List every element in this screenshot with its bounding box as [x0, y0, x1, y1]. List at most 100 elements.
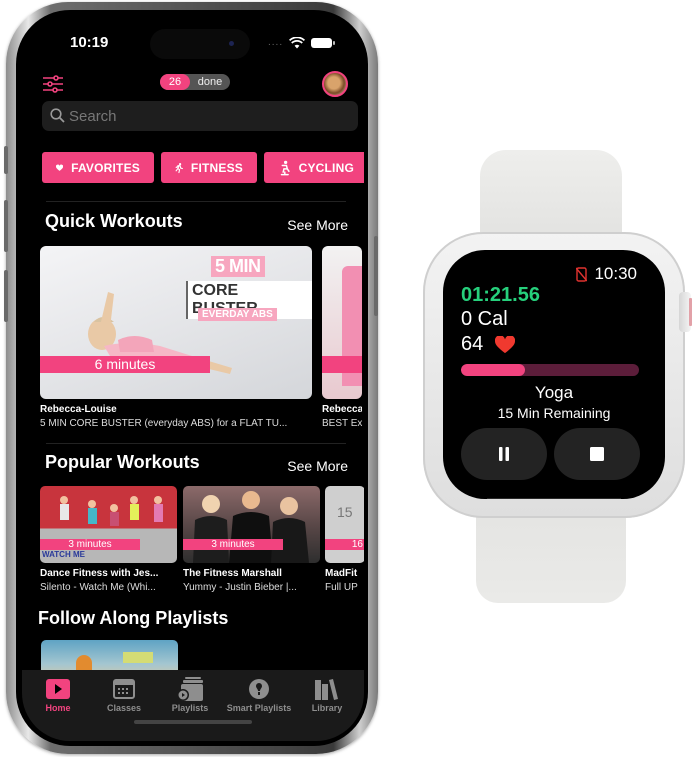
time-remaining: 15 Min Remaining [497, 405, 611, 421]
tab-label: Home [45, 703, 71, 713]
books-icon [294, 678, 360, 700]
chip-favorites[interactable]: FAVORITES [42, 152, 154, 183]
tab-playlists[interactable]: Playlists [157, 677, 223, 713]
crown-accent [689, 298, 692, 326]
search-icon [50, 108, 65, 128]
thumbnail-caption: EVERDAY ABS [198, 308, 277, 321]
card-author: MadFit [325, 568, 358, 579]
stop-icon [590, 447, 604, 461]
watch-band-bottom [476, 505, 626, 603]
signal-indicator: .... [268, 37, 284, 48]
thumbnail-caption: 5 MIN [211, 256, 265, 277]
chip-label: FAVORITES [71, 160, 140, 175]
section-divider [46, 201, 346, 202]
heart-rate-readout: 64 [461, 333, 484, 355]
phone-volume-down-button [4, 270, 8, 322]
tab-label: Classes [106, 703, 142, 713]
popular-workouts-see-more-link[interactable]: See More [287, 458, 348, 474]
top-bar: 26 done [22, 71, 364, 97]
workout-progress-bar [461, 364, 639, 376]
card-subtitle: BEST Ex [322, 418, 362, 429]
status-time: 10:19 [70, 34, 109, 51]
tab-bar: Home Classes Playlists Smart Playlists L… [22, 670, 364, 741]
done-counter-pill[interactable]: 26 done [160, 74, 230, 90]
camera-dot [229, 41, 234, 46]
sliders-icon[interactable] [43, 75, 63, 98]
tab-label: Library [311, 703, 343, 713]
duration-badge [322, 356, 362, 373]
lightbulb-icon [223, 678, 295, 700]
phone-screen: 10:19 .... 26 done Search FAVORITES FITN… [22, 15, 364, 741]
watch-band-top [480, 150, 622, 245]
duration-badge: 3 minutes [183, 539, 283, 550]
stop-button[interactable] [554, 428, 640, 480]
thumbnail-caption: WATCH ME [42, 550, 85, 559]
runner-icon [175, 162, 183, 173]
chip-label: CYCLING [298, 160, 354, 175]
done-label: done [197, 76, 223, 88]
workout-progress-fill [461, 364, 526, 376]
phone-action-button [4, 146, 8, 174]
battery-icon [311, 38, 335, 48]
trainers-thumbnail [193, 491, 309, 563]
watch-scroll-divider [487, 498, 621, 499]
wifi-icon [288, 36, 306, 54]
watch-time: 10:30 [594, 264, 637, 283]
phone-disconnected-icon [575, 267, 588, 287]
thumbnail-caption: 15 [337, 504, 353, 520]
status-bar: 10:19 .... [22, 29, 364, 59]
watch-screen: 10:30 01:21.56 0 Cal 64 Yoga 15 Min Rema… [443, 250, 665, 499]
heart-icon [494, 335, 516, 359]
chip-fitness[interactable]: FITNESS [161, 152, 257, 183]
pause-icon [499, 447, 509, 461]
tab-library[interactable]: Library [294, 678, 360, 713]
card-author: The Fitness Marshall [183, 568, 282, 579]
tab-label: Smart Playlists [226, 703, 292, 713]
category-chips: FAVORITES FITNESS CYCLING [42, 152, 364, 183]
dynamic-island [150, 29, 250, 59]
tab-home[interactable]: Home [25, 678, 91, 713]
tab-smart-playlists[interactable]: Smart Playlists [223, 678, 295, 713]
quick-workouts-see-more-link[interactable]: See More [287, 217, 348, 233]
chip-cycling[interactable]: CYCLING [264, 152, 364, 183]
heart-icon [56, 164, 64, 171]
follow-along-playlists-title: Follow Along Playlists [38, 608, 229, 628]
search-input[interactable] [69, 101, 349, 131]
quick-workout-card[interactable]: 5 MIN CORE BUSTER EVERDAY ABS 6 minutes [40, 246, 312, 399]
calendar-icon [91, 678, 157, 700]
calories-readout: 0 Cal [461, 308, 508, 330]
duration-badge: 16 [325, 539, 364, 550]
chip-label: FITNESS [190, 160, 243, 175]
popular-workout-card[interactable]: 15 16 [325, 486, 364, 563]
playlist-stack-icon [157, 677, 223, 701]
card-author: Dance Fitness with Jes... [40, 568, 159, 579]
card-subtitle: Yummy - Justin Bieber |... [183, 582, 297, 593]
elapsed-timer: 01:21.56 [461, 284, 540, 306]
thumbnail-caption-box [123, 652, 153, 663]
card-author: Rebecca-Louise [40, 404, 117, 415]
popular-workout-card[interactable]: 3 minutes WATCH ME [40, 486, 177, 563]
card-subtitle: Silento - Watch Me (Whi... [40, 582, 156, 593]
play-square-icon [25, 678, 91, 700]
done-count: 26 [160, 74, 190, 90]
quick-workouts-title: Quick Workouts [45, 211, 183, 231]
popular-workout-card[interactable]: 3 minutes [183, 486, 320, 563]
cyclist-icon [280, 160, 290, 175]
profile-avatar[interactable] [322, 71, 348, 97]
pause-button[interactable] [461, 428, 547, 480]
tab-classes[interactable]: Classes [91, 678, 157, 713]
quick-workout-card[interactable] [322, 246, 362, 399]
home-indicator[interactable] [134, 720, 252, 724]
activity-name: Yoga [534, 383, 574, 402]
tab-label: Playlists [171, 703, 209, 713]
card-subtitle: Full UP [325, 582, 358, 593]
section-divider [46, 443, 346, 444]
card-subtitle: 5 MIN CORE BUSTER (everyday ABS) for a F… [40, 418, 288, 429]
card-author: Rebecca-Louise [322, 404, 362, 415]
duration-badge: 6 minutes [40, 356, 210, 373]
phone-power-button [374, 236, 378, 316]
popular-workouts-title: Popular Workouts [45, 452, 200, 472]
duration-badge: 3 minutes [40, 539, 140, 550]
search-bar[interactable] [42, 101, 358, 131]
phone-volume-up-button [4, 200, 8, 252]
